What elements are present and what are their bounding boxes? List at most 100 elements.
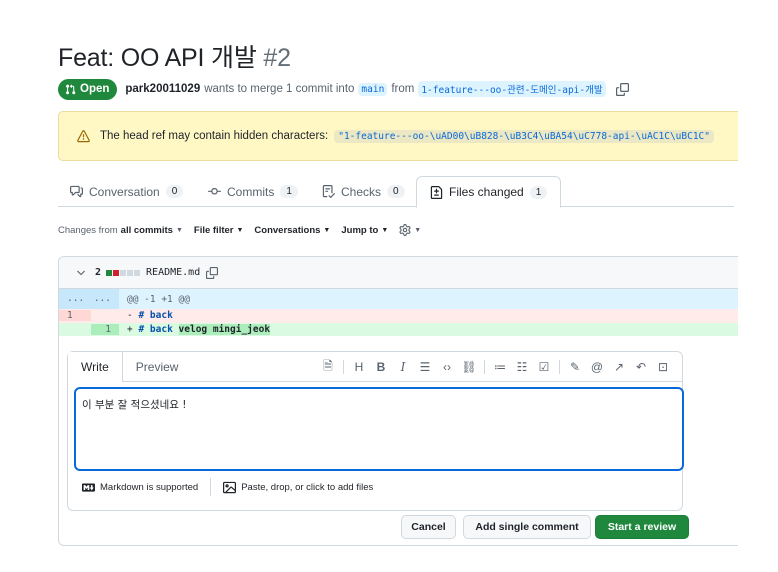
hidden-characters-warning: The head ref may contain hidden characte… xyxy=(58,111,738,161)
chevron-down-icon[interactable] xyxy=(75,267,87,279)
task-list-icon[interactable]: ☑ xyxy=(533,356,555,378)
tab-write[interactable]: Write xyxy=(68,351,123,382)
author-link[interactable]: park20011029 xyxy=(125,83,200,95)
tab-conversation[interactable]: Conversation 0 xyxy=(70,176,184,207)
diffstat-neutral xyxy=(134,269,141,276)
suggestion-icon[interactable]: ⊡ xyxy=(652,356,674,378)
toolbar-divider xyxy=(484,360,485,374)
attach-note: Paste, drop, or click to add files xyxy=(241,481,374,493)
tab-files-changed[interactable]: Files changed 1 xyxy=(416,176,562,208)
footer-divider xyxy=(210,478,212,496)
jump-to-dropdown[interactable]: Jump to ▼ xyxy=(341,225,388,236)
tab-commits-label: Commits xyxy=(227,184,275,199)
file-header: 2 README.md xyxy=(59,257,738,289)
add-single-comment-button[interactable]: Add single comment xyxy=(463,515,591,539)
mention-icon[interactable]: @ xyxy=(586,356,608,378)
reference-icon[interactable]: ↗ xyxy=(608,356,630,378)
hunk-expand-old[interactable]: ... xyxy=(59,289,91,309)
file-diff: 2 README.md ... ... @@ -1 +1 @@ 1 - # ba… xyxy=(58,256,738,546)
changes-from-value: all commits xyxy=(120,224,173,236)
merge-text: wants to merge 1 commit into xyxy=(204,83,355,95)
image-icon xyxy=(223,481,237,493)
hunk-expand-new[interactable]: ... xyxy=(91,289,119,309)
diffstat-neutral xyxy=(120,269,127,276)
toolbar-divider xyxy=(559,360,560,374)
file-diff-icon xyxy=(430,185,443,199)
hunk-text: @@ -1 +1 @@ xyxy=(127,293,190,305)
pr-number: #2 xyxy=(263,44,291,72)
undo-icon[interactable]: ↶ xyxy=(630,356,652,378)
alert-icon xyxy=(77,129,90,142)
bold-icon[interactable]: B xyxy=(370,356,392,378)
markdown-supported-link[interactable]: Markdown is supported xyxy=(82,481,198,494)
checklist-icon xyxy=(322,185,335,198)
link-icon[interactable]: ⛓ xyxy=(458,356,480,378)
caret-down-icon: ▼ xyxy=(414,226,422,234)
file-filter-label: File filter xyxy=(193,224,234,236)
copy-icon[interactable] xyxy=(206,266,219,279)
tab-conversation-label: Conversation xyxy=(89,184,160,199)
changes-from-label: Changes from xyxy=(58,224,118,236)
code-icon[interactable]: ‹› xyxy=(436,356,458,378)
head-branch[interactable]: 1-feature---oo-관련-도메인-api-개발 xyxy=(418,81,606,97)
diff-code: - # back xyxy=(119,310,173,321)
unordered-list-icon[interactable]: ☷ xyxy=(511,356,533,378)
heading-icon[interactable]: H xyxy=(348,356,370,378)
old-line-number[interactable]: 1 xyxy=(59,310,91,322)
pr-title: Feat: OO API 개발 xyxy=(58,44,257,72)
state-label: Open xyxy=(80,83,110,95)
attach-icon[interactable]: ✎ xyxy=(564,356,586,378)
jump-to-label: Jump to xyxy=(341,224,379,236)
diffstat-neutral xyxy=(127,269,134,276)
tab-commits[interactable]: Commits 1 xyxy=(208,176,298,207)
start-review-button[interactable]: Start a review xyxy=(595,515,689,539)
tab-files-changed-count: 1 xyxy=(529,185,548,199)
diff-text: # back xyxy=(138,323,173,335)
new-line-number[interactable]: 1 xyxy=(91,323,119,335)
comment-textarea[interactable]: 이 부분 잘 적으셨네요 ! xyxy=(74,387,684,471)
quote-icon[interactable]: ☰ xyxy=(414,356,436,378)
diffstat-removed xyxy=(113,269,120,276)
warning-text: The head ref may contain hidden characte… xyxy=(100,130,329,142)
toolbar-divider xyxy=(343,360,344,374)
diff-code: + # back velog mingi_jeok xyxy=(119,323,271,335)
diff-added-highlight: velog mingi_jeok xyxy=(178,323,271,335)
tab-preview[interactable]: Preview xyxy=(123,352,192,382)
hunk-header[interactable]: ... ... @@ -1 +1 @@ xyxy=(59,289,738,309)
file-filter-dropdown[interactable]: File filter ▼ xyxy=(194,225,244,236)
caret-down-icon: ▼ xyxy=(236,226,244,234)
ordered-list-icon[interactable]: ≔ xyxy=(489,356,511,378)
inline-comment-form: Write Preview 🗎 H B I ☰ ‹› ⛓ ≔ ☷ ☑ ✎ @ ↗… xyxy=(67,351,684,511)
changes-from-dropdown[interactable]: Changes from all commits ▼ xyxy=(58,225,183,236)
tab-commits-count: 1 xyxy=(280,185,298,198)
git-pull-request-icon xyxy=(66,83,76,94)
file-name[interactable]: README.md xyxy=(146,267,200,278)
file-icon[interactable]: 🗎 xyxy=(317,356,339,378)
tab-conversation-count: 0 xyxy=(165,185,184,198)
diff-toolbar: Changes from all commits ▼ File filter ▼… xyxy=(58,224,432,236)
attach-files-link[interactable]: Paste, drop, or click to add files xyxy=(223,481,373,494)
comment-actions: Cancel Add single comment Start a review xyxy=(59,515,738,541)
from-text: from xyxy=(391,83,415,95)
markdown-note: Markdown is supported xyxy=(100,481,199,493)
copy-icon[interactable] xyxy=(615,82,629,96)
tab-checks-count: 0 xyxy=(387,185,405,198)
base-branch[interactable]: main xyxy=(358,82,388,96)
tab-checks[interactable]: Checks 0 xyxy=(322,176,405,207)
comment-discussion-icon xyxy=(70,185,83,198)
changes-count: 2 xyxy=(95,267,102,278)
caret-down-icon: ▼ xyxy=(381,226,389,234)
diff-line-deleted[interactable]: 1 - # back xyxy=(59,309,738,323)
comment-tabs: Write Preview 🗎 H B I ☰ ‹› ⛓ ≔ ☷ ☑ ✎ @ ↗… xyxy=(68,351,682,382)
diffstat-bars xyxy=(106,269,141,276)
warning-ref: "1-feature---oo-\uAD00\uB828-\uB3C4\uBA5… xyxy=(334,129,714,143)
markdown-toolbar: 🗎 H B I ☰ ‹› ⛓ ≔ ☷ ☑ ✎ @ ↗ ↶ ⊡ xyxy=(317,352,674,382)
settings-dropdown[interactable]: ▼ xyxy=(399,224,421,236)
italic-icon[interactable]: I xyxy=(392,356,414,378)
comment-footer: Markdown is supported Paste, drop, or cl… xyxy=(82,478,373,496)
diff-line-added[interactable]: 1 + # back velog mingi_jeok xyxy=(59,322,738,336)
conversations-dropdown[interactable]: Conversations ▼ xyxy=(254,225,330,236)
diff-text: # back xyxy=(138,310,173,322)
cancel-button[interactable]: Cancel xyxy=(401,515,456,539)
caret-down-icon: ▼ xyxy=(175,226,183,234)
